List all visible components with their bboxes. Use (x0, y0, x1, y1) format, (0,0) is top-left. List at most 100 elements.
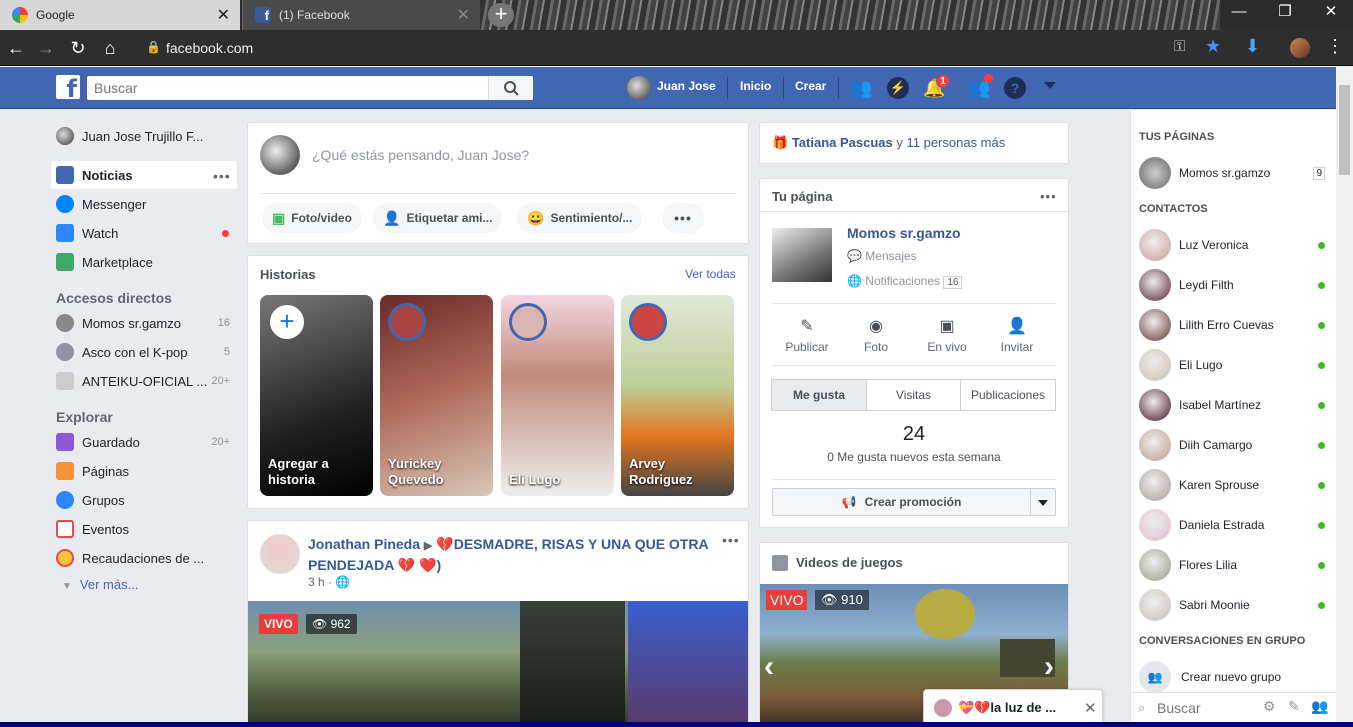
notifications-link[interactable]: 🌐 Notificaciones 16 (847, 274, 963, 289)
home-link[interactable]: Inicio (740, 79, 771, 93)
see-more-link[interactable]: ▼ Ver más... (62, 577, 138, 592)
tab-visits[interactable]: Visitas (866, 379, 961, 411)
photo-video-button[interactable]: ▣ Foto/video (262, 203, 362, 233)
contact-item[interactable]: Flores Lilia (1139, 549, 1329, 581)
profile-link[interactable]: Juan Jose (657, 79, 716, 93)
shortcut-item[interactable]: Momos sr.gamzo 16 (56, 311, 230, 335)
close-icon[interactable]: ✕ (1084, 699, 1097, 717)
shortcut-count: 20+ (211, 375, 230, 387)
avatar[interactable] (627, 76, 651, 100)
sidebar-item-pages[interactable]: Páginas (56, 459, 129, 483)
sidebar-item-fundraisers[interactable]: Recaudaciones de ... (56, 546, 204, 570)
browser-avatar[interactable] (1290, 38, 1310, 58)
create-promotion-button[interactable]: 📢 Crear promoción (772, 488, 1031, 516)
close-tab-icon[interactable]: ✕ (217, 5, 230, 25)
restore-icon[interactable]: ❐ (1262, 0, 1308, 26)
profile-link[interactable]: Juan Jose Trujillo F... (56, 124, 203, 148)
sidebar-item-news-feed[interactable]: Noticias (56, 163, 133, 187)
page-options-icon[interactable]: ••• (1040, 189, 1057, 204)
url-field[interactable]: facebook.com (140, 35, 1200, 61)
tab-posts[interactable]: Publicaciones (960, 379, 1056, 411)
shortcut-item[interactable]: Asco con el K-pop 5 (56, 340, 230, 364)
sidebar-item-saved[interactable]: Guardado 20+ (56, 430, 230, 454)
page-chat-item[interactable]: Momos sr.gamzo 9 (1139, 157, 1329, 189)
forward-icon[interactable]: → (34, 38, 58, 59)
more-options-icon[interactable]: ••• (213, 168, 231, 184)
sidebar-item-watch[interactable]: Watch (56, 221, 118, 245)
help-icon[interactable]: ? (1004, 77, 1026, 99)
birthday-text[interactable]: 🎁 Tatiana Pascuas y 11 personas más (772, 135, 1005, 151)
story-item[interactable]: Yurickey Quevedo (380, 295, 493, 496)
search-button[interactable] (488, 76, 533, 100)
browser-tab-google[interactable]: Google ✕ (0, 0, 240, 30)
contact-item[interactable]: Eli Lugo (1139, 349, 1329, 381)
home-icon[interactable]: ⌂ (98, 38, 122, 59)
group-chat-icon[interactable]: 👥 (1311, 698, 1328, 715)
close-window-icon[interactable]: ✕ (1308, 0, 1353, 26)
birthday-name[interactable]: Tatiana Pascuas (792, 135, 893, 150)
contact-item[interactable]: Sabri Moonie (1139, 589, 1329, 621)
promotion-dropdown-button[interactable] (1030, 488, 1056, 516)
contact-item[interactable]: Karen Sprouse (1139, 469, 1329, 501)
search-input[interactable] (87, 76, 533, 100)
post-options-icon[interactable]: ••• (722, 532, 740, 548)
story-item[interactable]: Arvey Rodriguez (621, 295, 734, 496)
back-icon[interactable]: ← (4, 38, 28, 59)
messages-link[interactable]: 💬 Mensajes (847, 249, 917, 263)
friend-requests-icon[interactable]: 👥 (850, 78, 872, 99)
browser-tab-facebook[interactable]: f (1) Facebook ✕ (242, 0, 480, 30)
groups-dot (984, 74, 993, 83)
chevron-right-icon[interactable]: › (1044, 650, 1054, 684)
birthday-others[interactable]: 11 personas más (906, 135, 1005, 150)
contact-item[interactable]: Luz Veronica (1139, 229, 1329, 261)
bookmark-star-icon[interactable]: ★ (1205, 36, 1221, 57)
reload-icon[interactable]: ↻ (66, 38, 90, 59)
contact-item[interactable]: Lilith Erro Cuevas (1139, 309, 1329, 341)
page-thumbnail[interactable] (772, 228, 832, 282)
invite-button[interactable]: 👤 Invitar (982, 316, 1052, 354)
chevron-left-icon[interactable]: ‹ (764, 650, 774, 684)
avatar[interactable] (260, 534, 300, 574)
more-options-button[interactable]: ••• (662, 203, 704, 233)
feeling-button[interactable]: 😀 Sentimiento/... (517, 203, 643, 233)
post-author[interactable]: Jonathan Pineda (308, 536, 420, 552)
contact-item[interactable]: Daniela Estrada (1139, 509, 1329, 541)
key-icon[interactable]: ⚿ (1174, 38, 1185, 55)
see-all-link[interactable]: Ver todas (685, 267, 736, 281)
sidebar-item-label: Grupos (82, 492, 125, 508)
browser-menu-icon[interactable]: ⋮ (1326, 36, 1344, 57)
tag-friends-button[interactable]: 👤 Etiquetar ami... (373, 203, 503, 233)
close-tab-icon[interactable]: ✕ (457, 5, 470, 25)
page-name[interactable]: Momos sr.gamzo (847, 225, 961, 241)
contact-item[interactable]: Isabel Martínez (1139, 389, 1329, 421)
messenger-icon[interactable]: ⚡ (887, 77, 909, 99)
your-pages-heading: TUS PÁGINAS (1139, 131, 1215, 143)
shortcut-item[interactable]: ANTEIKU-OFICIAL ... 20+ (56, 369, 230, 393)
composer-input[interactable]: ¿Qué estás pensando, Juan Jose? (312, 147, 529, 163)
create-link[interactable]: Crear (795, 79, 826, 93)
scrollbar-thumb[interactable] (1339, 85, 1350, 175)
new-tab-button[interactable]: + (488, 3, 514, 27)
story-item[interactable]: Eli Lugo (501, 295, 614, 496)
page-scrollbar[interactable] (1336, 67, 1353, 727)
sidebar-item-messenger[interactable]: Messenger (56, 192, 146, 216)
account-menu-icon[interactable] (1044, 82, 1056, 89)
download-icon[interactable]: ⬇ (1245, 36, 1260, 57)
contact-item[interactable]: Diih Camargo (1139, 429, 1329, 461)
compose-icon[interactable]: ✎ (1288, 698, 1300, 715)
likes-note: 0 Me gusta nuevos esta semana (827, 450, 1001, 464)
create-group-button[interactable]: 👥 Crear nuevo grupo (1139, 661, 1329, 693)
sidebar-item-groups[interactable]: Grupos (56, 488, 125, 512)
chat-search-input[interactable] (1157, 698, 1257, 718)
publish-button[interactable]: ✎ Publicar (772, 316, 842, 354)
facebook-logo[interactable]: f (56, 75, 80, 103)
contact-item[interactable]: Leydi Filth (1139, 269, 1329, 301)
add-story[interactable]: + Agregar a historia (260, 295, 373, 496)
minimize-icon[interactable]: — (1216, 0, 1262, 26)
photo-button[interactable]: ◉ Foto (841, 316, 911, 354)
sidebar-item-events[interactable]: Eventos (56, 517, 129, 541)
settings-icon[interactable]: ⚙ (1263, 698, 1276, 715)
go-live-button[interactable]: ▣ En vivo (912, 316, 982, 354)
sidebar-item-marketplace[interactable]: Marketplace (56, 250, 153, 274)
tab-likes[interactable]: Me gusta (771, 379, 867, 411)
